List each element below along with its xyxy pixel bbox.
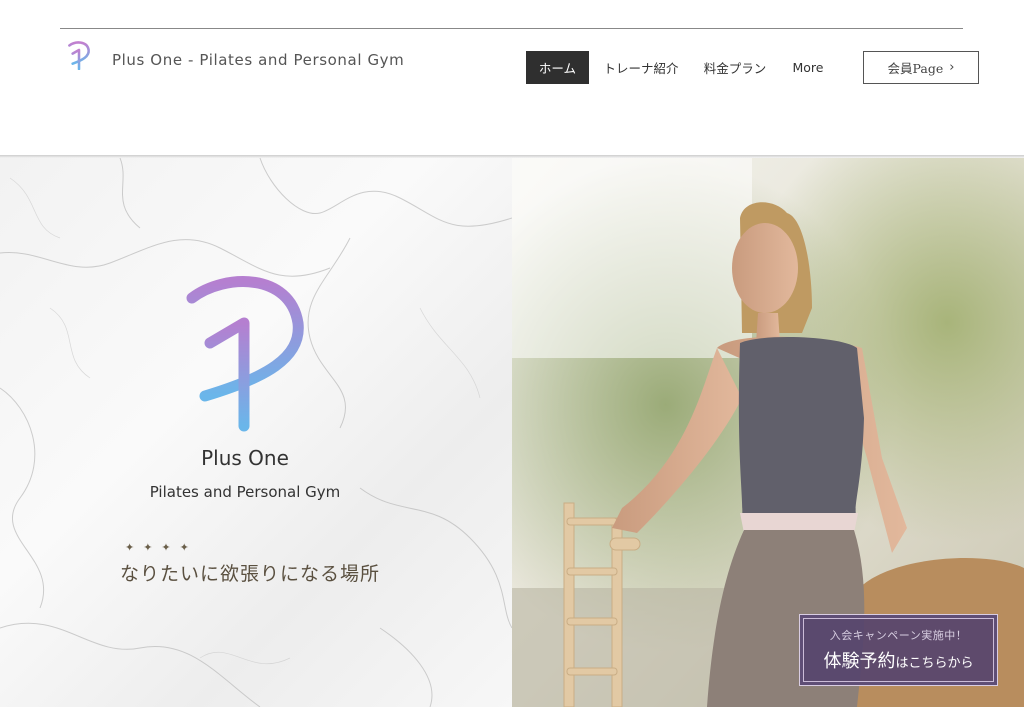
brand-subtitle: Pilates and Personal Gym bbox=[149, 483, 341, 501]
site-title[interactable]: Plus One - Pilates and Personal Gym bbox=[112, 51, 404, 69]
sparkle-icons: ✦✦✦✦ bbox=[125, 541, 198, 554]
nav-more[interactable]: More bbox=[786, 51, 830, 84]
logo-icon[interactable] bbox=[66, 40, 92, 70]
member-page-button[interactable]: 会員Page › bbox=[863, 51, 979, 84]
campaign-notice: 入会キャンペーン実施中！ bbox=[829, 629, 968, 642]
catchphrase: なりたいに欲張りになる場所 bbox=[120, 563, 381, 585]
nav-pricing[interactable]: 料金プラン bbox=[700, 51, 770, 84]
hero-brand-panel: Plus One Pilates and Personal Gym ✦✦✦✦ な… bbox=[0, 158, 512, 707]
trial-booking-banner[interactable]: 入会キャンペーン実施中！ 体験予約はこちらから bbox=[799, 614, 998, 686]
brand-logo-icon bbox=[186, 276, 304, 432]
member-page-label: 会員Page bbox=[887, 61, 944, 76]
header-divider bbox=[60, 28, 963, 29]
trial-booking-sub: はこちらから bbox=[895, 656, 974, 671]
chevron-right-icon: › bbox=[949, 60, 955, 75]
nav-trainer[interactable]: トレーナ紹介 bbox=[598, 51, 684, 84]
trial-booking-label: 体験予約 bbox=[823, 651, 896, 672]
nav-home[interactable]: ホーム bbox=[526, 51, 589, 84]
brand-name: Plus One bbox=[201, 446, 289, 470]
trial-booking-text: 体験予約はこちらから bbox=[823, 647, 973, 673]
